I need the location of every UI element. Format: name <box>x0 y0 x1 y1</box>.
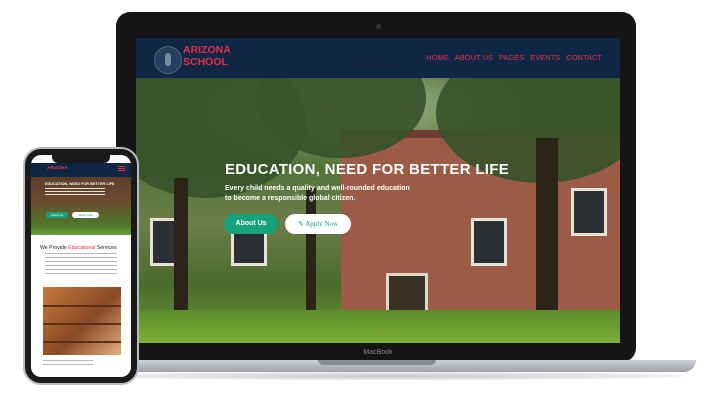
site-logo[interactable]: ARIZONA SCHOOL <box>183 44 231 68</box>
logo-line-1: ARIZONA <box>183 44 231 56</box>
mobile-site-logo[interactable]: ARIZONA <box>47 165 68 171</box>
hero-subtitle-line-2: to become a responsible global citizen. <box>225 195 356 202</box>
nav-pages[interactable]: PAGES <box>499 53 524 62</box>
mobile-section-title: We Provide Educational Services <box>40 245 117 251</box>
bookshelf <box>43 305 121 307</box>
mobile-apply-now-button[interactable]: Apply Now <box>72 212 99 218</box>
mobile-header <box>31 163 131 177</box>
mobile-about-us-button[interactable]: About Us <box>46 212 68 218</box>
pencil-icon: ✎ <box>297 220 304 228</box>
nav-home[interactable]: HOME <box>426 53 449 62</box>
phone-status-time: 9:41 <box>35 156 43 161</box>
mobile-hero-title: EDUCATION, NEED FOR BETTER LIFE <box>45 182 115 186</box>
hero-subtitle: Every child needs a quality and well-rou… <box>225 184 435 204</box>
mobile-logo-line-1: ARIZONA <box>47 165 68 170</box>
hero-subtitle-line-1: Every child needs a quality and well-rou… <box>225 185 410 192</box>
laptop-camera <box>376 24 381 29</box>
phone-screen: 9:41 ARIZONA EDUCATION, NEED FOR BETTER … <box>31 155 131 377</box>
bookshelf <box>43 341 121 343</box>
nav-about-us[interactable]: ABOUT US <box>455 53 493 62</box>
mobile-section-text <box>45 253 117 277</box>
section-title-suffix: Services <box>95 245 117 251</box>
hamburger-menu-icon[interactable] <box>118 166 125 167</box>
laptop-brand-label: MacBook <box>363 349 393 356</box>
mobile-hero-subtitle <box>45 188 105 196</box>
tree-trunk <box>536 138 558 328</box>
section-title-highlight: Educational <box>68 245 96 251</box>
building-window <box>471 218 507 266</box>
phone-notch <box>52 155 110 163</box>
logo-line-2: SCHOOL <box>183 55 228 68</box>
hero-section: EDUCATION, NEED FOR BETTER LIFE Every ch… <box>136 78 620 343</box>
lawn <box>136 310 620 343</box>
nav-contact[interactable]: CONTACT <box>566 53 602 62</box>
apply-now-button[interactable]: ✎ Apply Now <box>285 214 351 234</box>
building-window <box>571 188 607 236</box>
school-emblem-icon[interactable] <box>154 46 182 74</box>
laptop-shadow <box>95 372 685 380</box>
tree-trunk <box>174 178 188 328</box>
apply-now-label: Apply Now <box>305 220 339 228</box>
laptop-hinge <box>318 360 436 365</box>
nav-events[interactable]: EVENTS <box>530 53 560 62</box>
about-us-button[interactable]: About Us <box>224 214 278 234</box>
mobile-image-caption <box>43 360 93 367</box>
laptop-screen: ARIZONA SCHOOL HOME ABOUT US PAGES EVENT… <box>136 38 620 343</box>
library-student-image <box>43 287 121 355</box>
hero-title: EDUCATION, NEED FOR BETTER LIFE <box>225 161 510 178</box>
bookshelf <box>43 323 121 325</box>
main-nav: HOME ABOUT US PAGES EVENTS CONTACT <box>426 53 602 62</box>
section-title-prefix: We Provide <box>40 245 69 251</box>
site-header: ARIZONA SCHOOL HOME ABOUT US PAGES EVENT… <box>136 38 620 78</box>
